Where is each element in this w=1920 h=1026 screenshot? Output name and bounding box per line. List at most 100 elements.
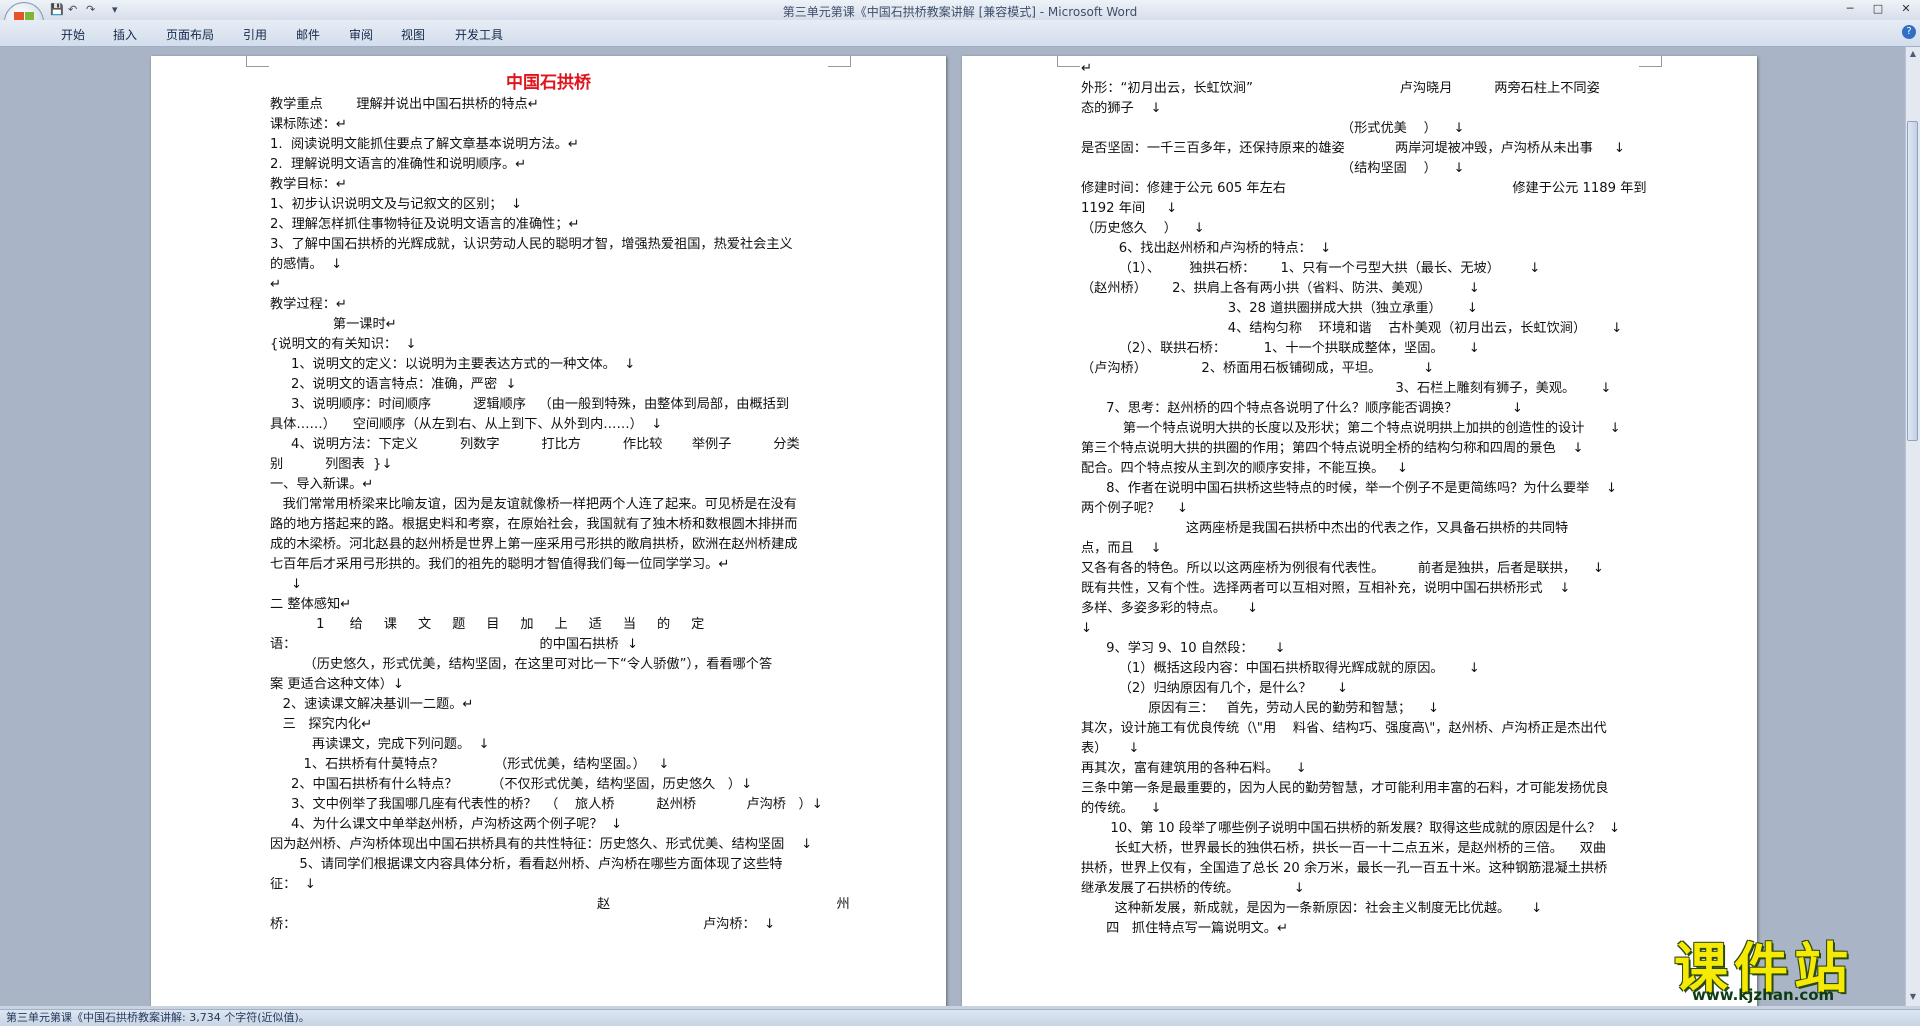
- text-line: 3、石栏上雕刻有狮子，美观。 ↓: [1081, 379, 1638, 399]
- text-line: 多样、多姿多彩的特点。 ↓: [1081, 599, 1638, 619]
- tab-page-layout[interactable]: 页面布局: [166, 26, 214, 43]
- text-line-content: （2）归纳原因有几个，是什么？ ↓: [1081, 681, 1348, 696]
- text-line: 第一课时↵: [270, 315, 827, 335]
- tab-mailings[interactable]: 邮件: [296, 26, 320, 43]
- tab-home[interactable]: 开始: [61, 26, 85, 43]
- tab-insert[interactable]: 插入: [113, 26, 137, 43]
- text-line-content: 再其次，富有建筑用的各种石料。 ↓: [1081, 761, 1307, 776]
- text-line: 我们常常用桥梁来比喻友谊，因为是友谊就像桥一样把两个人连了起来。可见桥是在没有: [270, 495, 827, 515]
- text-line: （卢沟桥） 2、桥面用石板铺砌成，平坦。 ↓: [1081, 359, 1638, 379]
- text-line: 因为赵州桥、卢沟桥体现出中国石拱桥具有的共性特征：历史悠久、形式优美、结构坚固 …: [270, 835, 827, 855]
- text-line: 9、学习 9、10 自然段： ↓: [1081, 639, 1638, 659]
- text-line: {说明文的有关知识： ↓: [270, 335, 827, 355]
- text-line-content: 语： 的中国石拱桥 ↓: [270, 637, 639, 652]
- text-line-content: 4、结构匀称 环境和谐 古朴美观（初月出云，长虹饮涧） ↓: [1081, 321, 1623, 336]
- text-line: 2、说明文的语言特点：准确，严密 ↓: [270, 375, 827, 395]
- text-line-content: ↓: [1081, 621, 1093, 636]
- text-line-content: 3、石栏上雕刻有狮子，美观。 ↓: [1081, 381, 1612, 396]
- text-line: （历史悠久 ） ↓: [1081, 219, 1638, 239]
- scrollbar-thumb[interactable]: [1907, 121, 1918, 441]
- text-line: 一、导入新课。↵: [270, 475, 827, 495]
- text-line-content: 这两座桥是我国石拱桥中杰出的代表之作，又具备石拱桥的共同特: [1081, 521, 1569, 536]
- text-line-content: 成的木梁桥。河北赵县的赵州桥是世界上第一座采用弓形拱的敞肩拱桥，欧洲在赵州桥建成: [270, 537, 798, 552]
- text-line: 案 更适合这种文体）↓: [270, 675, 827, 695]
- text-line: 表） ↓: [1081, 739, 1638, 759]
- text-line: 继承发展了石拱桥的传统。 ↓: [1081, 879, 1638, 899]
- help-icon[interactable]: ?: [1902, 25, 1916, 39]
- text-line-content: 2、说明文的语言特点：准确，严密 ↓: [270, 377, 517, 392]
- text-line: 三条中第一条是最重要的，因为人民的勤劳智慧，才可能利用丰富的石料，才可能发扬优良: [1081, 779, 1638, 799]
- text-line: （2）归纳原因有几个，是什么？ ↓: [1081, 679, 1638, 699]
- text-line-content: （赵州桥） 2、拱肩上各有两小拱（省料、防洪、美观） ↓: [1081, 281, 1480, 296]
- text-line-content: 既有共性，又有个性。选择两者可以互相对照，互相补充，说明中国石拱桥形式 ↓: [1081, 581, 1571, 596]
- ribbon-tabs: 开始 插入 页面布局 引用 邮件 审阅 视图 开发工具 ?: [0, 20, 1920, 47]
- text-line: 再读课文，完成下列问题。 ↓: [270, 735, 827, 755]
- text-line-content: 再读课文，完成下列问题。 ↓: [270, 737, 490, 752]
- text-line-content: 征： ↓: [270, 877, 316, 892]
- tab-references[interactable]: 引用: [243, 26, 267, 43]
- text-line-content: ↵: [270, 277, 282, 292]
- text-line: 3、28 道拱圈拼成大拱（独立承重） ↓: [1081, 299, 1638, 319]
- margin-corner: [246, 56, 269, 67]
- text-line-content: 继承发展了石拱桥的传统。 ↓: [1081, 881, 1305, 896]
- text-line-content: 教学重点 理解并说出中国石拱桥的特点↵: [270, 97, 539, 112]
- text-line: 1 给 课 文 题 目 加 上 适 当 的 定: [270, 615, 827, 635]
- text-line: 4、结构匀称 环境和谐 古朴美观（初月出云，长虹饮涧） ↓: [1081, 319, 1638, 339]
- minimize-icon[interactable]: ─: [1836, 0, 1864, 18]
- scroll-up-icon[interactable]: ▲: [1907, 49, 1919, 61]
- text-line-content: 1192 年间 ↓: [1081, 201, 1178, 216]
- text-line: 1. 阅读说明文能抓住要点了解文章基本说明方法。↵: [270, 135, 827, 155]
- text-line-content: 1、初步认识说明文及与记叙文的区别； ↓: [270, 197, 523, 212]
- margin-corner: [1639, 56, 1662, 67]
- text-line: 4、为什么课文中单举赵州桥，卢沟桥这两个例子呢？ ↓: [270, 815, 827, 835]
- tab-review[interactable]: 审阅: [349, 26, 373, 43]
- text-line: 教学过程：↵: [270, 295, 827, 315]
- text-line: 点，而且 ↓: [1081, 539, 1638, 559]
- text-line: 第一个特点说明大拱的长度以及形状；第二个特点说明拱上加拱的创造性的设计 ↓: [1081, 419, 1638, 439]
- text-line: 四 抓住特点写一篇说明文。↵: [1081, 919, 1638, 939]
- text-line-content: 2、中国石拱桥有什么特点？ （不仅形式优美，结构坚固，历史悠久 ）↓: [270, 777, 753, 792]
- text-line: 三 探究内化↵: [270, 715, 827, 735]
- text-line-content: 4、为什么课文中单举赵州桥，卢沟桥这两个例子呢？ ↓: [270, 817, 623, 832]
- text-line-content: 3、说明顺序：时间顺序 逻辑顺序 （由一般到特殊，由整体到局部，由概括到: [270, 397, 790, 412]
- tab-developer[interactable]: 开发工具: [455, 26, 503, 43]
- text-line: 原因有三： 首先，劳动人民的勤劳和智慧； ↓: [1081, 699, 1638, 719]
- text-line: 既有共性，又有个性。选择两者可以互相对照，互相补充，说明中国石拱桥形式 ↓: [1081, 579, 1638, 599]
- text-line: 长虹大桥，世界最长的独供石桥，拱长一百一十二点五米，是赵州桥的三倍。 双曲: [1081, 839, 1638, 859]
- text-line: 配合。四个特点按从主到次的顺序安排，不能互换。 ↓: [1081, 459, 1638, 479]
- text-line-content: 3、28 道拱圈拼成大拱（独立承重） ↓: [1081, 301, 1478, 316]
- text-line: 再其次，富有建筑用的各种石料。 ↓: [1081, 759, 1638, 779]
- text-line-content: 6、找出赵州桥和卢沟桥的特点： ↓: [1081, 241, 1332, 256]
- text-line: 语： 的中国石拱桥 ↓: [270, 635, 827, 655]
- document-page-right[interactable]: ↵ 外形：“初月出云，长虹饮涧” 卢沟晓月 两旁石柱上不同姿 态的狮子 ↓ （形式优…: [962, 56, 1757, 1006]
- close-icon[interactable]: ✕: [1892, 0, 1920, 18]
- document-area: 中国石拱桥 教学重点 理解并说出中国石拱桥的特点↵ 课标陈述：↵ 1. 阅读说明文能…: [0, 47, 1906, 1006]
- text-line-content: 原因有三： 首先，劳动人民的勤劳和智慧； ↓: [1081, 701, 1440, 716]
- text-line-content: 第一个特点说明大拱的长度以及形状；第二个特点说明拱上加拱的创造性的设计 ↓: [1081, 421, 1621, 436]
- text-line: 赵 州: [270, 895, 850, 915]
- text-line: （2）、联拱石桥： 1、十一个拱联成整体，坚固。 ↓: [1081, 339, 1638, 359]
- text-line: 其次，设计施工有优良传统（\"用 料省、结构巧、强度高\"，赵州桥、卢沟桥正是杰…: [1081, 719, 1638, 739]
- text-line: 1、初步认识说明文及与记叙文的区别； ↓: [270, 195, 827, 215]
- text-line: 征： ↓: [270, 875, 827, 895]
- text-line-content: 教学目标：↵: [270, 177, 347, 192]
- text-line: 6、找出赵州桥和卢沟桥的特点： ↓: [1081, 239, 1638, 259]
- text-line: 外形：“初月出云，长虹饮涧” 卢沟晓月 两旁石柱上不同姿: [1081, 79, 1638, 99]
- document-page-left[interactable]: 中国石拱桥 教学重点 理解并说出中国石拱桥的特点↵ 课标陈述：↵ 1. 阅读说明文能…: [151, 56, 946, 1006]
- margin-corner: [828, 56, 851, 67]
- text-line-content: 七百年后才采用弓形拱的。我们的祖先的聪明才智值得我们每一位同学学习。↵: [270, 557, 730, 572]
- text-line-content: 2、速读课文解决基训一二题。↵: [270, 697, 474, 712]
- text-line: 的传统。 ↓: [1081, 799, 1638, 819]
- margin-corner: [1057, 56, 1080, 67]
- text-line: 的感情。 ↓: [270, 255, 827, 275]
- tab-view[interactable]: 视图: [401, 26, 425, 43]
- vertical-scrollbar[interactable]: ▲ ▼: [1905, 47, 1920, 1006]
- text-line-content: （2）、联拱石桥： 1、十一个拱联成整体，坚固。 ↓: [1081, 341, 1480, 356]
- text-line: 桥： 卢沟桥： ↓: [270, 915, 827, 935]
- text-line: （结构坚固 ） ↓: [1081, 159, 1638, 179]
- text-line: 8、作者在说明中国石拱桥这些特点的时候，举一个例子不是更简练吗？为什么要举 ↓: [1081, 479, 1638, 499]
- text-line-content: （历史悠久，形式优美，结构坚固，在这里可对比一下“令人骄傲”），看看哪个答: [270, 657, 773, 672]
- text-line-content: 态的狮子 ↓: [1081, 101, 1162, 116]
- text-line: 2、速读课文解决基训一二题。↵: [270, 695, 827, 715]
- maximize-icon[interactable]: □: [1864, 0, 1892, 18]
